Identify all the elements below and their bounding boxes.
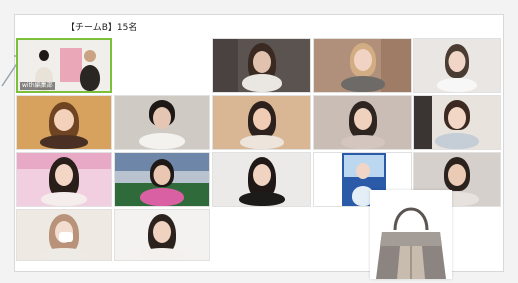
participant-tile[interactable] — [114, 95, 210, 150]
participant-tile[interactable] — [413, 38, 501, 93]
participant-name: with編集部 — [20, 82, 55, 90]
participant-tile[interactable] — [313, 38, 412, 93]
participant-tile[interactable] — [212, 95, 311, 150]
participant-tile[interactable] — [212, 38, 311, 93]
participant-tile[interactable] — [114, 152, 210, 207]
handbag-card — [370, 190, 452, 279]
participant-tile[interactable] — [16, 152, 112, 207]
participant-tile[interactable] — [313, 95, 412, 150]
participant-tile[interactable] — [16, 209, 112, 261]
participant-tile[interactable]: with編集部 — [16, 38, 112, 93]
participant-tile[interactable] — [212, 152, 311, 207]
handbag-icon — [376, 207, 446, 279]
participant-tile[interactable] — [413, 95, 501, 150]
participant-tile[interactable] — [114, 209, 210, 261]
participant-tile[interactable] — [16, 95, 112, 150]
meeting-title: 【チームB】15名 — [66, 23, 138, 33]
